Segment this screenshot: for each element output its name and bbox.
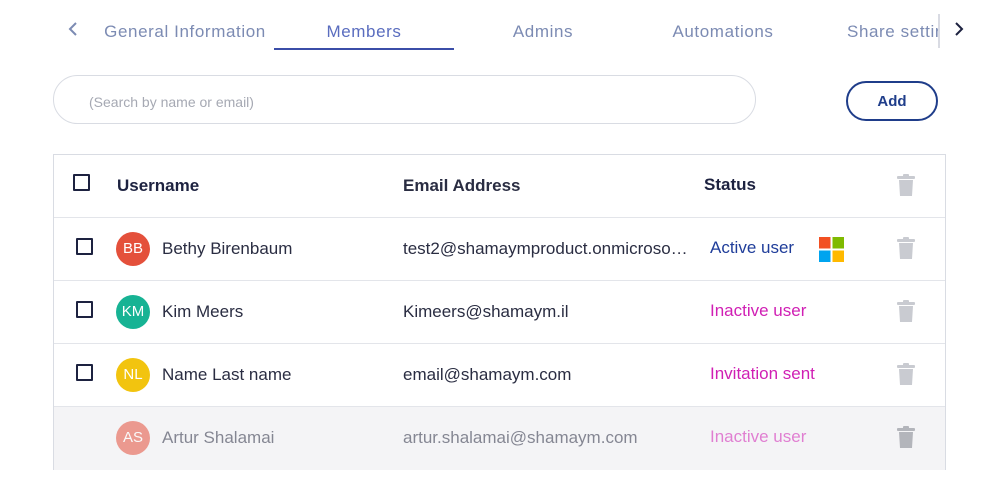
tabs-bar: General Information Members Admins Autom… <box>0 0 985 60</box>
member-name: Name Last name <box>162 365 292 384</box>
avatar: NL <box>116 358 150 392</box>
row-checkbox[interactable] <box>76 238 93 255</box>
row-checkbox[interactable] <box>76 364 93 381</box>
member-email: test2@shamaymproduct.onmicrosoft.com <box>403 239 688 258</box>
status-badge: Invitation sent <box>710 364 815 383</box>
tabs-edge-divider <box>938 14 940 48</box>
table-row: NL Name Last name email@shamaym.com Invi… <box>54 344 945 407</box>
search-box <box>53 75 756 124</box>
microsoft-logo-icon <box>819 237 844 262</box>
avatar: KM <box>116 295 150 329</box>
delete-row-trash-icon[interactable] <box>897 363 915 385</box>
delete-selected-trash-icon[interactable] <box>897 174 915 196</box>
tab-admins[interactable]: Admins <box>493 20 593 48</box>
select-all-checkbox[interactable] <box>73 174 90 191</box>
table-row: AS Artur Shalamai artur.shalamai@shamaym… <box>54 407 945 470</box>
member-name: Artur Shalamai <box>162 428 275 447</box>
tabs-list: General Information Members Admins Autom… <box>90 0 940 60</box>
table-row: BB Bethy Birenbaum test2@shamaymproduct.… <box>54 218 945 281</box>
status-badge: Inactive user <box>710 427 807 446</box>
member-name: Kim Meers <box>162 302 244 321</box>
tab-general-information[interactable]: General Information <box>102 20 268 48</box>
members-table: Username Email Address Status BB Bethy B… <box>53 154 946 470</box>
member-email: email@shamaym.com <box>403 365 572 384</box>
chevron-right-icon <box>954 21 964 41</box>
column-header-username[interactable]: Username <box>117 176 199 196</box>
tab-members[interactable]: Members <box>274 20 454 50</box>
column-header-status[interactable]: Status <box>704 175 756 195</box>
delete-row-trash-icon[interactable] <box>897 237 915 259</box>
member-name: Bethy Birenbaum <box>162 239 293 258</box>
tab-automations[interactable]: Automations <box>660 20 786 48</box>
status-badge: Active user <box>710 238 795 257</box>
tab-share-settings[interactable]: Share settings <box>847 20 940 48</box>
member-email: artur.shalamai@shamaym.com <box>403 428 638 447</box>
tabs-scroll-right-button[interactable] <box>947 19 971 43</box>
chevron-left-icon <box>68 21 78 41</box>
column-header-email[interactable]: Email Address <box>403 176 688 196</box>
table-row: KM Kim Meers Kimeers@shamaym.il Inactive… <box>54 281 945 344</box>
search-input[interactable] <box>87 90 731 114</box>
avatar: AS <box>116 421 150 455</box>
delete-row-trash-icon[interactable] <box>897 300 915 322</box>
row-checkbox[interactable] <box>76 301 93 318</box>
status-badge: Inactive user <box>710 301 807 320</box>
member-email: Kimeers@shamaym.il <box>403 302 569 321</box>
table-header-row: Username Email Address Status <box>54 155 945 218</box>
tabs-scroll-left-button[interactable] <box>61 19 85 43</box>
delete-row-trash-icon <box>897 426 915 448</box>
add-member-button[interactable]: Add <box>846 81 938 121</box>
avatar: BB <box>116 232 150 266</box>
